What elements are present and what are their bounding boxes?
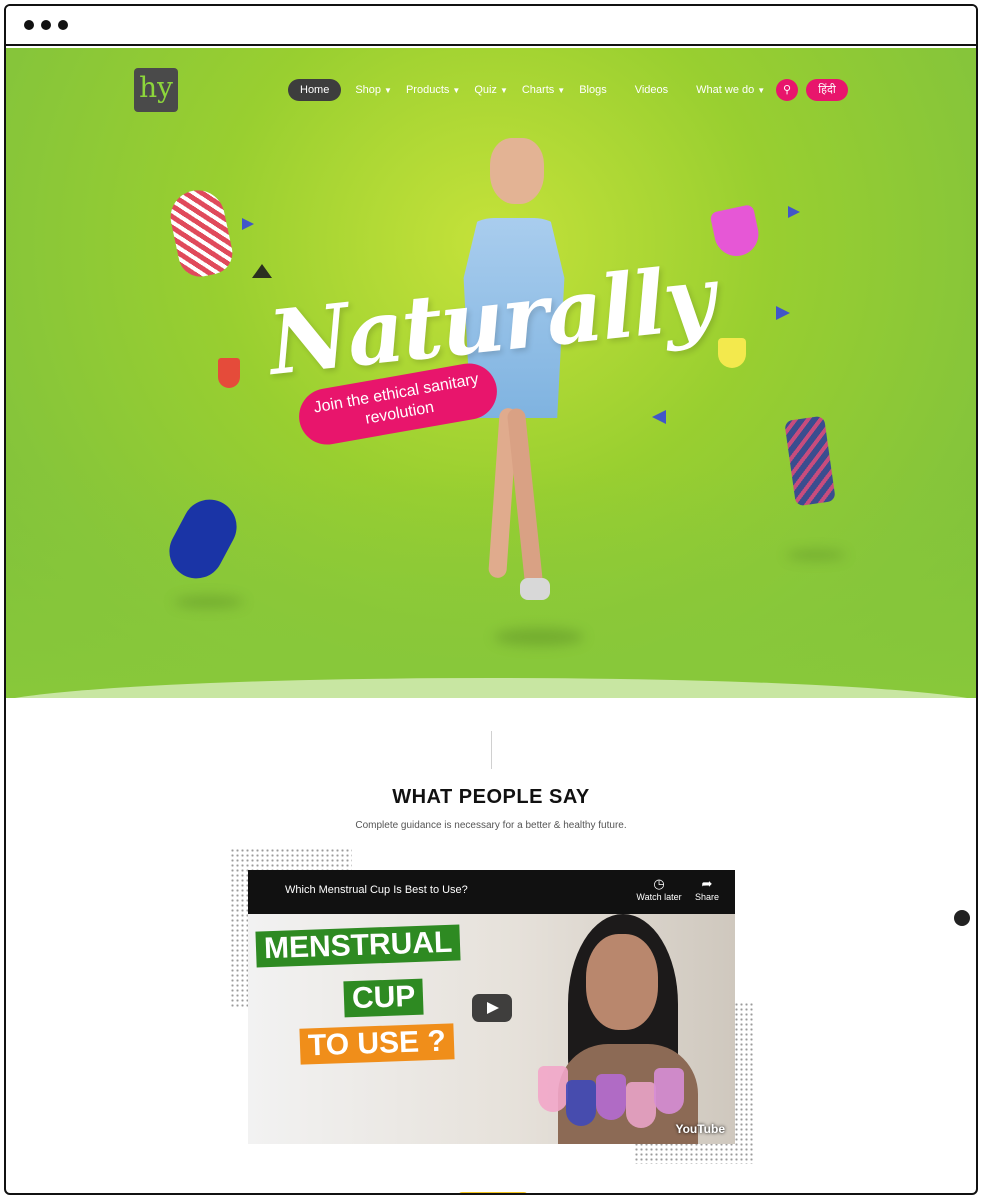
nav-label: What we do (696, 84, 755, 96)
chevron-down-icon: ▼ (757, 85, 766, 95)
youtube-logo[interactable]: YouTube (675, 1122, 725, 1136)
window-dot-icon (41, 20, 51, 30)
nav-label: Quiz (474, 84, 497, 96)
main-nav: Home Shop ▼ Products ▼ Quiz ▼ Charts ▼ Blogs… (288, 78, 779, 102)
nav-item-home[interactable]: Home (288, 79, 342, 101)
bottom-tab[interactable] (458, 1192, 528, 1193)
nav-item-videos[interactable]: Videos (635, 79, 668, 101)
thumbnail-text: CUP (343, 978, 424, 1018)
language-toggle-button[interactable]: हिंदी (806, 79, 848, 101)
section-divider (491, 731, 492, 769)
video-embed[interactable]: Which Menstrual Cup Is Best to Use? ◷ Wa… (248, 870, 735, 1144)
nav-label: Blogs (579, 84, 607, 96)
window-dot-icon (58, 20, 68, 30)
side-scroll-dot[interactable] (954, 910, 970, 926)
menstrual-cup-image (218, 358, 240, 388)
share-label: Share (694, 892, 720, 902)
nav-item-blogs[interactable]: Blogs (579, 79, 607, 101)
model-shadow (494, 628, 584, 646)
thumbnail-text: MENSTRUAL (255, 924, 461, 968)
triangle-decoration-icon (242, 218, 254, 230)
chevron-down-icon: ▼ (557, 85, 566, 95)
nav-label: Charts (521, 84, 555, 96)
search-icon: ⚲ (782, 84, 792, 96)
share-icon: ➦ (701, 876, 713, 891)
menstrual-cup-image (709, 203, 763, 261)
chevron-down-icon: ▼ (452, 85, 461, 95)
site-logo[interactable]: hy (134, 68, 178, 112)
nav-label: Shop (355, 84, 382, 96)
thumbnail-text: TO USE ? (299, 1023, 455, 1065)
clock-icon: ◷ (653, 876, 665, 891)
video-title[interactable]: Which Menstrual Cup Is Best to Use? (285, 884, 468, 896)
section-subtitle: Complete guidance is necessary for a bet… (355, 820, 627, 831)
video-thumbnail[interactable]: MENSTRUAL CUP TO USE ? YouTube (248, 914, 735, 1144)
triangle-decoration-icon (652, 410, 666, 424)
nav-item-quiz[interactable]: Quiz ▼ (474, 79, 508, 101)
nav-label: Home (300, 84, 330, 96)
chevron-down-icon: ▼ (499, 85, 508, 95)
watch-later-label: Watch later (636, 892, 682, 902)
share-button[interactable]: ➦ Share (682, 876, 732, 902)
prop-shadow (786, 550, 846, 560)
watch-later-button[interactable]: ◷ Watch later (634, 876, 684, 902)
chevron-down-icon: ▼ (384, 85, 392, 95)
cups-image (538, 1056, 698, 1144)
nav-item-shop[interactable]: Shop ▼ (355, 79, 392, 101)
nav-item-what-we-do[interactable]: What we do ▼ (696, 79, 765, 101)
browser-window: hy Home Shop ▼ Products ▼ Quiz ▼ Charts ▼ Bl… (4, 4, 978, 1195)
window-dot-icon (24, 20, 34, 30)
prop-shadow (174, 596, 244, 608)
triangle-decoration-icon (788, 206, 800, 218)
cloth-pad-image (165, 185, 237, 281)
video-top-bar: Which Menstrual Cup Is Best to Use? ◷ Wa… (248, 870, 735, 914)
menstrual-cup-image (718, 338, 746, 368)
nav-label: Videos (634, 84, 669, 96)
triangle-outline-icon (252, 264, 272, 278)
browser-toolbar (6, 6, 976, 46)
nav-item-charts[interactable]: Charts ▼ (522, 79, 565, 101)
nav-item-products[interactable]: Products ▼ (406, 79, 460, 101)
play-button[interactable] (472, 994, 512, 1022)
search-button[interactable]: ⚲ (776, 79, 798, 101)
section-title: WHAT PEOPLE SAY (392, 786, 590, 808)
hero-section: hy Home Shop ▼ Products ▼ Quiz ▼ Charts ▼ Bl… (6, 48, 976, 698)
triangle-decoration-icon (776, 306, 790, 320)
nav-label: Products (405, 84, 450, 96)
